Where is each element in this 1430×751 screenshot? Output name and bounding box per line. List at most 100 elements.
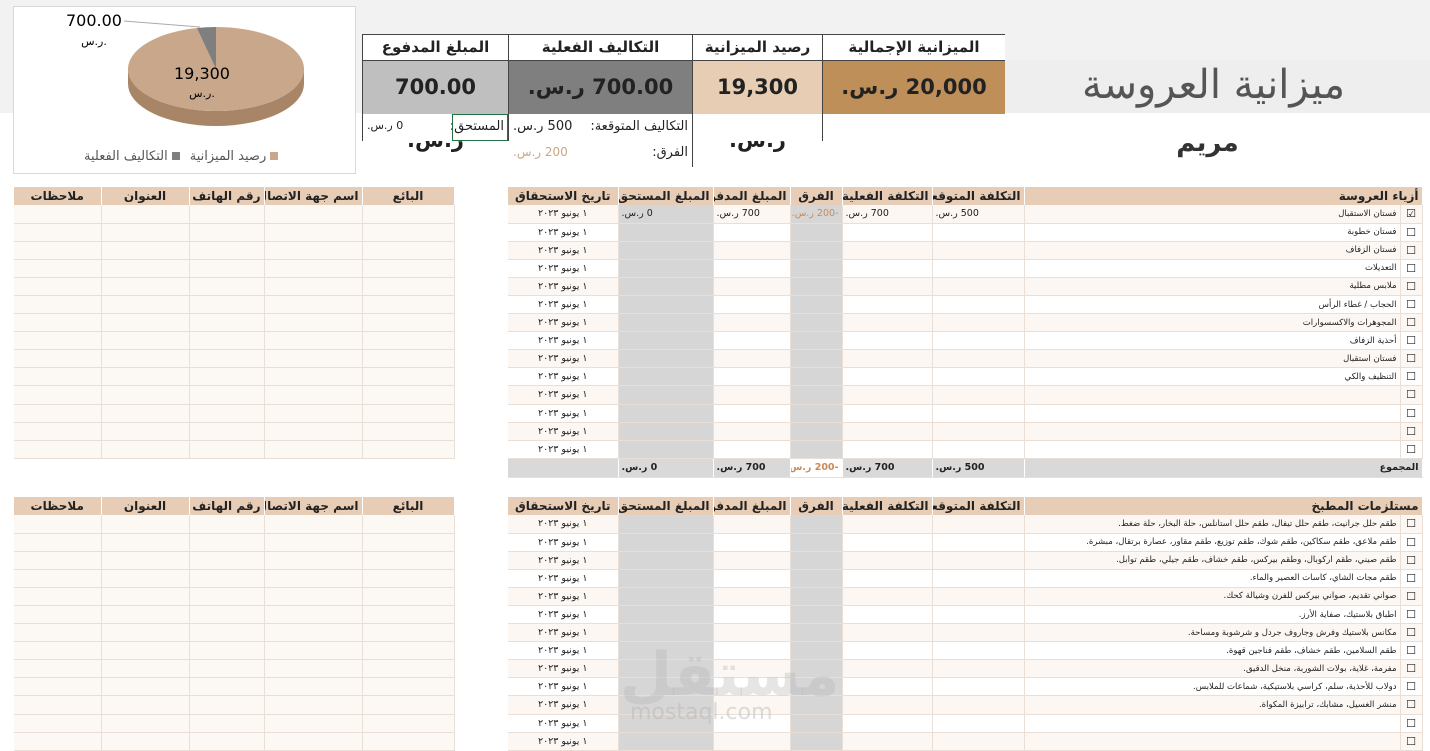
vendor-cell[interactable]	[362, 732, 455, 751]
row-date[interactable]: ١ يونيو ٢٠٢٣	[508, 205, 619, 224]
row-actual[interactable]	[842, 295, 933, 315]
row-paid[interactable]	[713, 569, 791, 588]
vendor-cell[interactable]	[189, 533, 265, 552]
row-checkbox[interactable]: ☐	[1400, 349, 1423, 369]
row-date[interactable]: ١ يونيو ٢٠٢٣	[508, 605, 619, 625]
vendor-cell[interactable]	[264, 714, 363, 733]
row-date[interactable]: ١ يونيو ٢٠٢٣	[508, 714, 619, 733]
row-date[interactable]: ١ يونيو ٢٠٢٣	[508, 515, 619, 534]
vendor-cell[interactable]	[101, 313, 190, 333]
row-actual[interactable]	[842, 277, 933, 296]
row-item[interactable]: منشر الغسيل، مشابك، ترابيزة المكواة.	[1024, 695, 1401, 715]
row-actual[interactable]	[842, 331, 933, 351]
row-expected[interactable]	[932, 295, 1025, 315]
row-expected[interactable]	[932, 515, 1025, 534]
vendor-cell[interactable]	[14, 440, 102, 459]
vendor-cell[interactable]	[362, 569, 455, 588]
row-actual[interactable]	[842, 385, 933, 405]
row-expected[interactable]	[932, 677, 1025, 697]
row-checkbox[interactable]: ☐	[1400, 259, 1423, 278]
vendor-cell[interactable]	[264, 385, 363, 405]
row-actual[interactable]	[842, 605, 933, 625]
row-expected[interactable]	[932, 659, 1025, 679]
vendor-cell[interactable]	[189, 732, 265, 751]
row-item[interactable]: صواني تقديم، صواني بيركس للفرن وشيالة كح…	[1024, 587, 1401, 606]
row-checkbox[interactable]: ☐	[1400, 677, 1423, 697]
row-date[interactable]: ١ يونيو ٢٠٢٣	[508, 241, 619, 260]
vendor-cell[interactable]	[362, 677, 455, 697]
vendor-cell[interactable]	[362, 277, 455, 296]
vendor-cell[interactable]	[189, 385, 265, 405]
vendor-cell[interactable]	[264, 440, 363, 459]
vendor-cell[interactable]	[189, 313, 265, 333]
row-checkbox[interactable]: ☐	[1400, 404, 1423, 423]
vendor-cell[interactable]	[14, 313, 102, 333]
vendor-cell[interactable]	[362, 659, 455, 679]
vendor-cell[interactable]	[362, 367, 455, 387]
vendor-cell[interactable]	[14, 533, 102, 552]
row-date[interactable]: ١ يونيو ٢٠٢٣	[508, 533, 619, 552]
row-actual[interactable]	[842, 569, 933, 588]
vendor-cell[interactable]	[189, 515, 265, 534]
row-checkbox[interactable]: ☑	[1400, 205, 1423, 224]
row-item[interactable]	[1024, 422, 1401, 441]
vendor-cell[interactable]	[14, 677, 102, 697]
row-checkbox[interactable]: ☐	[1400, 241, 1423, 260]
vendor-cell[interactable]	[362, 605, 455, 625]
vendor-cell[interactable]	[264, 533, 363, 552]
vendor-cell[interactable]	[189, 587, 265, 606]
vendor-cell[interactable]	[101, 732, 190, 751]
row-expected[interactable]	[932, 349, 1025, 369]
row-item[interactable]: اطباق بلاستيك، صفاية الأرز.	[1024, 605, 1401, 625]
vendor-cell[interactable]	[189, 259, 265, 278]
selected-cell[interactable]	[452, 114, 508, 141]
row-actual[interactable]	[842, 587, 933, 606]
vendor-cell[interactable]	[101, 241, 190, 260]
vendor-cell[interactable]	[101, 569, 190, 588]
row-item[interactable]	[1024, 732, 1401, 751]
vendor-cell[interactable]	[14, 515, 102, 534]
vendor-cell[interactable]	[101, 515, 190, 534]
row-paid[interactable]	[713, 623, 791, 643]
vendor-cell[interactable]	[189, 349, 265, 369]
vendor-cell[interactable]	[101, 440, 190, 459]
row-item[interactable]: طقم السلامين، طقم خشاف، طقم فناجين قهوة.	[1024, 641, 1401, 661]
row-paid[interactable]	[713, 277, 791, 296]
row-checkbox[interactable]: ☐	[1400, 385, 1423, 405]
row-paid[interactable]	[713, 732, 791, 751]
vendor-cell[interactable]	[264, 641, 363, 661]
row-actual[interactable]	[842, 349, 933, 369]
row-date[interactable]: ١ يونيو ٢٠٢٣	[508, 259, 619, 278]
vendor-cell[interactable]	[264, 259, 363, 278]
row-expected[interactable]	[932, 259, 1025, 278]
row-item[interactable]: فستان الزفاف	[1024, 241, 1401, 260]
vendor-cell[interactable]	[362, 295, 455, 315]
row-paid[interactable]	[713, 587, 791, 606]
vendor-cell[interactable]	[101, 623, 190, 643]
vendor-cell[interactable]	[101, 331, 190, 351]
row-expected[interactable]	[932, 404, 1025, 423]
row-checkbox[interactable]: ☐	[1400, 732, 1423, 751]
row-actual[interactable]	[842, 223, 933, 242]
vendor-cell[interactable]	[14, 349, 102, 369]
row-item[interactable]	[1024, 714, 1401, 733]
vendor-cell[interactable]	[101, 277, 190, 296]
vendor-cell[interactable]	[14, 205, 102, 224]
vendor-cell[interactable]	[101, 551, 190, 570]
vendor-cell[interactable]	[189, 404, 265, 423]
row-date[interactable]: ١ يونيو ٢٠٢٣	[508, 295, 619, 315]
paid-amount-value[interactable]: 700.00 ر.س.	[363, 61, 509, 152]
row-expected[interactable]	[932, 313, 1025, 333]
vendor-cell[interactable]	[14, 659, 102, 679]
row-actual[interactable]	[842, 641, 933, 661]
row-date[interactable]: ١ يونيو ٢٠٢٣	[508, 695, 619, 715]
row-checkbox[interactable]: ☐	[1400, 422, 1423, 441]
row-item[interactable]: طقم صيني، طقم اركوبال، وطقم بيركس، طقم خ…	[1024, 551, 1401, 570]
row-checkbox[interactable]: ☐	[1400, 367, 1423, 387]
row-actual[interactable]	[842, 677, 933, 697]
vendor-cell[interactable]	[101, 533, 190, 552]
row-expected[interactable]	[932, 440, 1025, 459]
row-actual[interactable]	[842, 313, 933, 333]
vendor-cell[interactable]	[14, 587, 102, 606]
row-item[interactable]: أحذية الزفاف	[1024, 331, 1401, 351]
